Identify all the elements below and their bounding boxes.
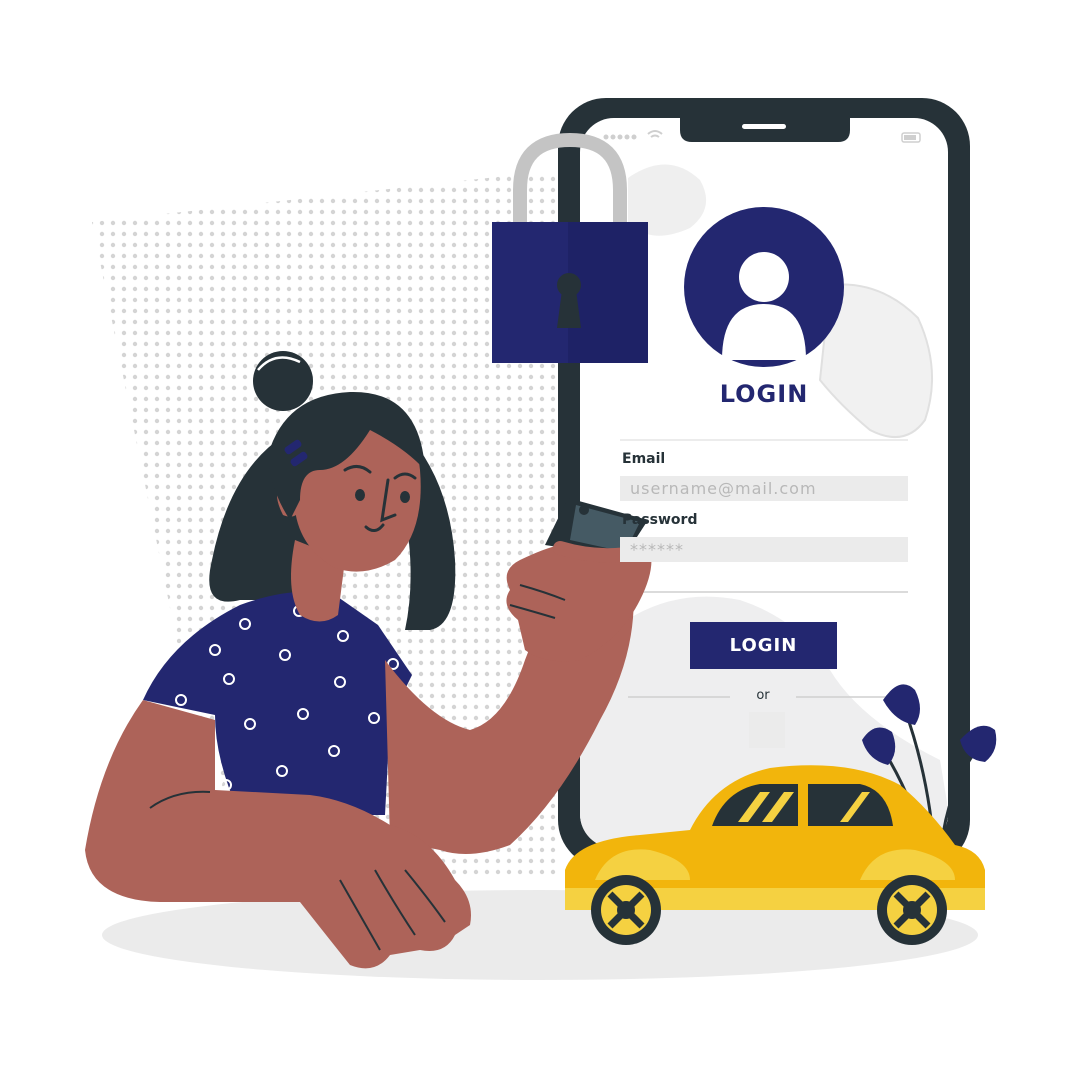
social-login-button[interactable] <box>749 712 785 748</box>
password-field[interactable] <box>620 537 908 562</box>
login-illustration: LOGIN Email Password LOGIN or <box>0 0 1080 1080</box>
login-title: LOGIN <box>719 380 809 408</box>
hair-bun <box>253 351 313 411</box>
login-button[interactable]: LOGIN <box>690 622 837 669</box>
user-icon <box>684 207 844 367</box>
password-label: Password <box>622 512 698 528</box>
email-label: Email <box>622 451 666 467</box>
or-divider-text: or <box>756 688 770 703</box>
background-scene <box>85 98 997 980</box>
speaker-slot <box>742 124 786 129</box>
email-field[interactable] <box>620 476 908 501</box>
rear-wheel <box>877 875 947 945</box>
front-wheel <box>591 875 661 945</box>
